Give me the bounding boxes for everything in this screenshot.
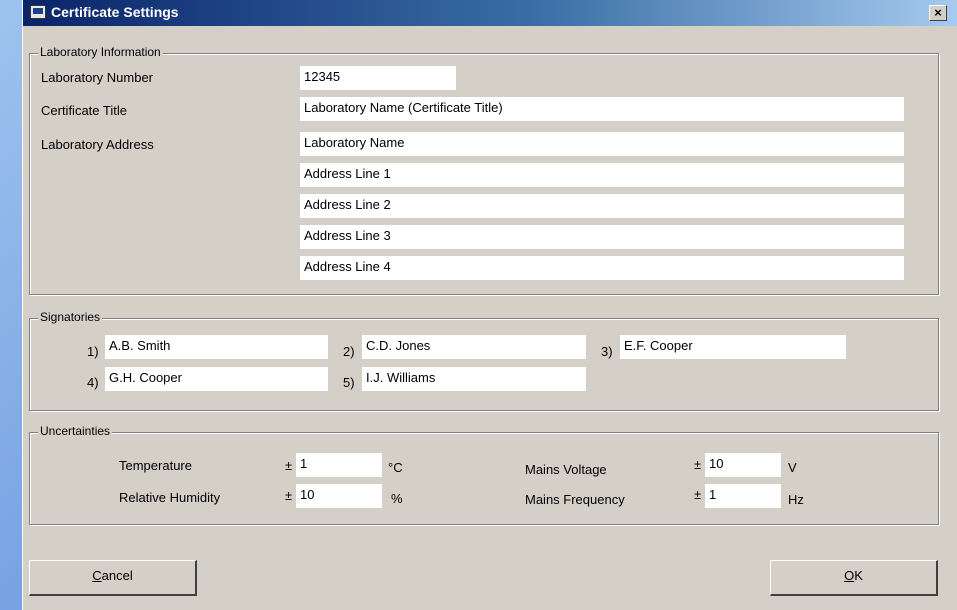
address-line-field[interactable]: Address Line 3 [300,225,904,249]
plus-minus-sign: ± [694,457,702,472]
uncertainties-group: Uncertainties [29,424,939,525]
ok-label: K [854,568,863,583]
signatory-number: 3) [601,344,613,359]
laboratory-address-label: Laboratory Address [41,137,154,152]
ok-accelerator: O [844,568,855,583]
signatories-group: Signatories [29,310,939,411]
signatory-number: 1) [87,344,99,359]
certificate-title-field[interactable]: Laboratory Name (Certificate Title) [300,97,904,121]
cancel-label: ancel [101,568,133,583]
signatories-legend: Signatories [38,310,103,324]
hertz-unit: Hz [788,492,804,507]
signatory-number: 4) [87,375,99,390]
signatory-field[interactable]: E.F. Cooper [620,335,846,359]
signatory-number: 2) [343,344,355,359]
mains-frequency-label: Mains Frequency [525,492,625,507]
signatory-field[interactable]: G.H. Cooper [105,367,328,391]
close-icon: × [934,5,942,20]
certificate-settings-dialog: Certificate Settings × Laboratory Inform… [22,0,957,610]
cancel-accelerator: C [92,568,102,583]
ok-button[interactable]: OK [770,560,938,596]
laboratory-information-legend: Laboratory Information [38,45,163,59]
close-button[interactable]: × [929,5,947,21]
certificate-title-label: Certificate Title [41,103,127,118]
title-bar[interactable]: Certificate Settings × [23,0,957,26]
laboratory-number-field[interactable]: 12345 [300,66,456,90]
signatory-field[interactable]: A.B. Smith [105,335,328,359]
computer-icon [30,5,46,19]
relative-humidity-label: Relative Humidity [119,490,221,505]
address-line-field[interactable]: Address Line 4 [300,256,904,280]
percent-unit: % [391,491,403,506]
address-line-field[interactable]: Address Line 1 [300,163,904,187]
voltage-uncertainty-field[interactable]: 10 [705,453,781,477]
uncertainties-legend: Uncertainties [38,424,113,438]
mains-voltage-label: Mains Voltage [525,462,607,477]
frequency-uncertainty-field[interactable]: 1 [705,484,781,508]
volt-unit: V [788,460,797,475]
signatory-field[interactable]: C.D. Jones [362,335,586,359]
humidity-uncertainty-field[interactable]: 10 [296,484,382,508]
plus-minus-sign: ± [694,487,702,502]
signatory-field[interactable]: I.J. Williams [362,367,586,391]
temperature-uncertainty-field[interactable]: 1 [296,453,382,477]
address-line-field[interactable]: Laboratory Name [300,132,904,156]
address-line-field[interactable]: Address Line 2 [300,194,904,218]
laboratory-number-label: Laboratory Number [41,70,153,85]
window-title: Certificate Settings [51,4,179,20]
plus-minus-sign: ± [285,458,293,473]
celsius-unit: °C [388,460,403,475]
signatory-number: 5) [343,375,355,390]
temperature-label: Temperature [119,458,192,473]
cancel-button[interactable]: Cancel [29,560,197,596]
plus-minus-sign: ± [285,488,293,503]
